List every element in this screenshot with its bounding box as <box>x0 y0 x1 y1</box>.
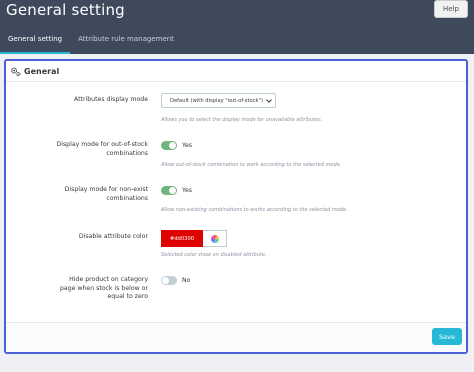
tab-attribute-rule-management[interactable]: Attribute rule management <box>70 26 182 54</box>
non-exist-field: Yes <box>161 186 192 195</box>
switch-track <box>161 141 177 150</box>
tab-bar: General setting Attribute rule managemen… <box>0 26 182 54</box>
disable-color-value[interactable]: #dd0300 <box>161 230 203 247</box>
tab-general-setting[interactable]: General setting <box>0 26 71 54</box>
non-exist-switch[interactable]: Yes <box>161 186 192 195</box>
switch-track <box>161 276 177 285</box>
cogs-icon <box>11 67 21 76</box>
disable-color-label: Disable attribute color <box>78 233 148 240</box>
disable-color-field: #dd0300 <box>161 230 227 247</box>
non-exist-label: Display mode for non-exist combinations <box>64 186 148 202</box>
display-mode-help: Allows you to select the display mode fo… <box>161 117 323 123</box>
chevron-down-icon <box>266 97 272 103</box>
display-mode-select[interactable]: Default (with display "out-of-stock") <box>161 93 276 108</box>
display-mode-value: Default (with display "out-of-stock") <box>170 97 263 104</box>
hide-product-switch[interactable]: No <box>161 276 190 285</box>
disable-color-input[interactable]: #dd0300 <box>161 230 227 247</box>
color-wheel-icon <box>210 234 219 243</box>
out-of-stock-state: Yes <box>182 142 192 149</box>
switch-knob <box>162 277 169 284</box>
switch-track <box>161 186 177 195</box>
display-mode-label: Attributes display mode <box>74 96 148 103</box>
non-exist-help: Allow non-existing combinations to works… <box>161 207 348 213</box>
general-panel: General Attributes display mode Default … <box>4 59 468 354</box>
hide-product-field: No <box>161 276 190 285</box>
disable-color-help: Selected color show on disabled attribut… <box>161 252 267 258</box>
switch-knob <box>169 142 176 149</box>
display-mode-field: Default (with display "out-of-stock") <box>161 93 276 108</box>
switch-knob <box>169 187 176 194</box>
out-of-stock-field: Yes <box>161 141 192 150</box>
out-of-stock-help: Allow out-of-stock combination to work a… <box>161 162 342 168</box>
save-button[interactable]: Save <box>432 328 462 345</box>
hide-product-state: No <box>182 277 191 284</box>
panel-header: General <box>6 61 466 82</box>
page-title: General setting <box>6 1 125 19</box>
panel-title: General <box>24 66 60 76</box>
color-picker-button[interactable] <box>203 230 227 247</box>
page-header: General setting Help General setting Att… <box>0 0 474 54</box>
help-button[interactable]: Help <box>434 0 468 18</box>
non-exist-state: Yes <box>182 187 192 194</box>
out-of-stock-switch[interactable]: Yes <box>161 141 192 150</box>
hide-product-label: Hide product on category page when stock… <box>60 276 148 301</box>
out-of-stock-label: Display mode for out-of-stock combinatio… <box>56 141 148 157</box>
panel-footer: Save <box>6 322 466 352</box>
